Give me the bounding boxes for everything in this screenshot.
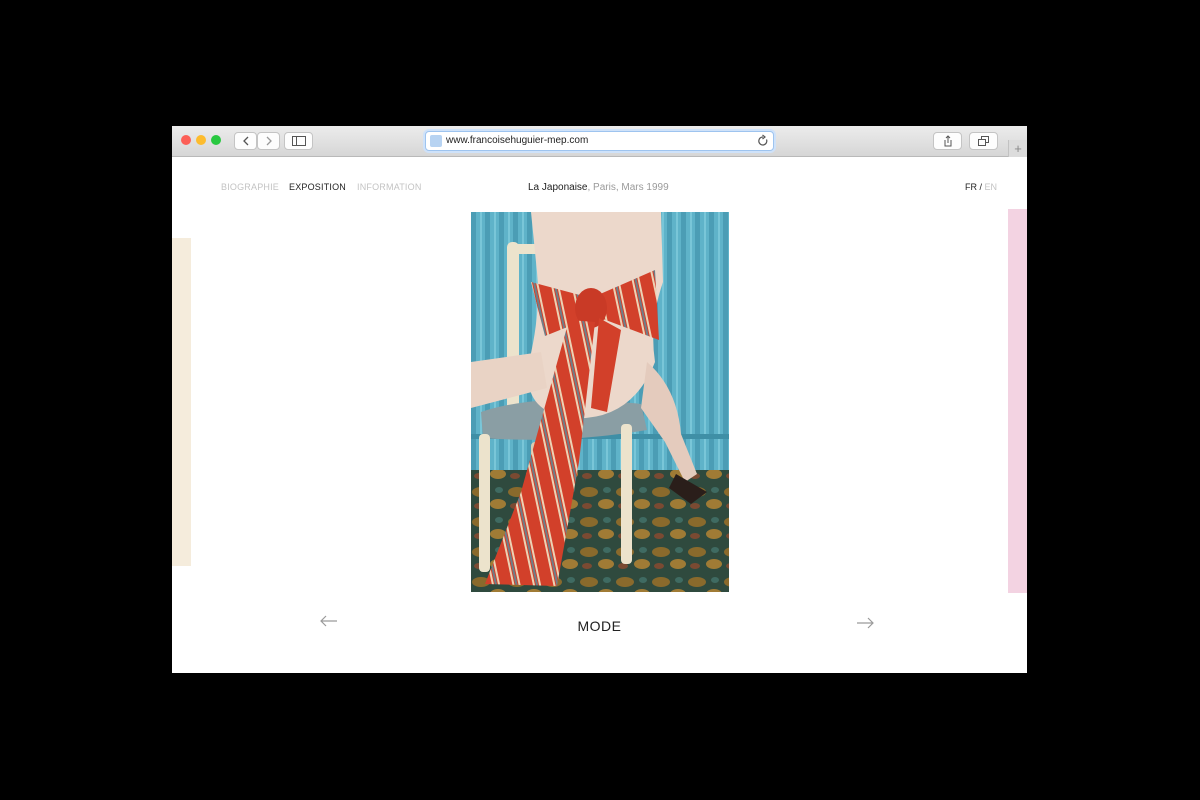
reload-icon[interactable] — [757, 134, 769, 148]
nav-item-exposition[interactable]: EXPOSITION — [289, 182, 346, 192]
forward-button[interactable] — [257, 132, 280, 150]
browser-window: www.francoisehuguier-mep.com + BIOGRAPHI… — [172, 126, 1027, 673]
close-window-button[interactable] — [181, 135, 191, 145]
plus-icon: + — [1014, 141, 1022, 156]
tabs-overview-button[interactable] — [969, 132, 998, 150]
share-icon — [944, 135, 951, 147]
chevron-right-icon — [266, 136, 272, 146]
next-slide-peek[interactable] — [1008, 209, 1027, 593]
back-button[interactable] — [234, 132, 257, 150]
nav-item-information[interactable]: INFORMATION — [357, 182, 422, 192]
share-button[interactable] — [933, 132, 962, 150]
url-text: www.francoisehuguier-mep.com — [446, 135, 589, 146]
previous-slide-peek[interactable] — [172, 238, 191, 566]
chevron-left-icon — [242, 136, 248, 146]
new-tab-button[interactable]: + — [1008, 140, 1027, 157]
language-switcher: FR / EN — [965, 182, 997, 192]
arrow-right-icon[interactable] — [856, 617, 874, 629]
address-bar[interactable]: www.francoisehuguier-mep.com — [425, 131, 774, 151]
sidebar-toggle-button[interactable] — [284, 132, 313, 150]
photo-illustration — [471, 212, 729, 592]
favicon-icon — [430, 135, 442, 147]
language-fr[interactable]: FR — [965, 182, 977, 192]
exhibition-photo — [471, 212, 729, 592]
sidebar-icon — [291, 136, 306, 146]
photo-details: , Paris, Mars 1999 — [587, 182, 669, 193]
language-en[interactable]: EN — [984, 182, 997, 192]
zoom-window-button[interactable] — [211, 135, 221, 145]
browser-toolbar: www.francoisehuguier-mep.com + — [172, 126, 1027, 157]
minimize-window-button[interactable] — [196, 135, 206, 145]
section-title: MODE — [577, 618, 622, 634]
photo-caption: La Japonaise, Paris, Mars 1999 — [528, 182, 669, 193]
nav-item-biographie[interactable]: BIOGRAPHIE — [221, 182, 279, 192]
page-content: BIOGRAPHIE EXPOSITION INFORMATION La Jap… — [172, 157, 1027, 673]
photo-title: La Japonaise — [528, 182, 588, 193]
tabs-icon — [977, 135, 989, 146]
